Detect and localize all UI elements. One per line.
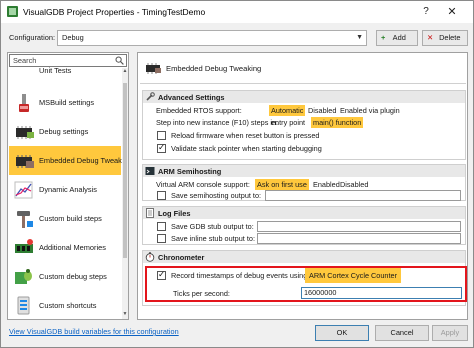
gdb-stub-output-path-field[interactable] <box>257 221 461 232</box>
rtos-option-automatic[interactable]: Automatic <box>269 105 306 116</box>
rtos-option-enabled-via-plugin[interactable]: Enabled via plugin <box>338 105 402 116</box>
stopwatch-icon <box>145 252 155 262</box>
ok-button[interactable]: OK <box>315 325 369 341</box>
chip-icon <box>16 126 34 139</box>
step-into-label: Step into new instance (F10) steps in: <box>156 118 279 127</box>
plus-icon: + <box>381 33 386 42</box>
chevron-down-icon: ▼ <box>356 34 363 41</box>
chart-icon <box>14 181 33 199</box>
scroll-down-icon[interactable]: ▼ <box>122 311 128 317</box>
inline-stub-output-path-field[interactable] <box>257 233 461 244</box>
delete-x-icon: ✕ <box>427 33 434 42</box>
sidebar-item-custom-debug-steps[interactable]: Custom debug steps <box>9 262 121 291</box>
shortcut-icon <box>17 296 30 315</box>
delete-configuration-button[interactable]: ✕ Delete <box>422 30 468 46</box>
validate-stack-pointer-checkbox[interactable] <box>157 142 166 153</box>
visualgdb-app-icon <box>7 6 18 17</box>
close-button[interactable]: ✕ <box>445 4 459 20</box>
reload-firmware-label: Reload firmware when reset button is pre… <box>171 131 320 140</box>
validate-stack-pointer-label: Validate stack pointer when starting deb… <box>171 144 322 153</box>
chip-icon <box>146 63 161 74</box>
sidebar-item-additional-memories[interactable]: Additional Memories <box>9 233 121 262</box>
sidebar-item-label: Additional Memories <box>39 243 106 252</box>
page-title: Embedded Debug Tweaking <box>166 64 262 73</box>
console-option-disabled[interactable]: Disabled <box>338 179 370 190</box>
add-configuration-button[interactable]: + Add <box>376 30 418 46</box>
rtos-option-disabled[interactable]: Disabled <box>306 105 338 116</box>
divider <box>140 83 466 84</box>
apply-button[interactable]: Apply <box>432 325 468 341</box>
section-header[interactable]: ARM Semihosting <box>143 165 465 177</box>
sidebar-item-dynamic-analysis[interactable]: Dynamic Analysis <box>9 175 121 204</box>
arm-semihosting-section: ARM Semihosting Virtual ARM console supp… <box>142 164 466 201</box>
advanced-settings-section: Advanced Settings Embedded RTOS support:… <box>142 90 466 160</box>
help-button[interactable]: ? <box>419 4 433 20</box>
search-placeholder: Search <box>13 56 37 65</box>
sidebar-item-label: Custom build steps <box>39 214 102 223</box>
hammer-icon <box>17 211 33 228</box>
console-icon <box>145 167 155 175</box>
section-title: ARM Semihosting <box>158 167 222 176</box>
wrench-icon <box>146 92 155 101</box>
sidebar: Search Unit Tests MSBuild settings Debug… <box>7 52 129 320</box>
section-title: Advanced Settings <box>158 93 225 102</box>
sidebar-item-label: Embedded Debug Tweaking <box>39 156 129 165</box>
build-variables-link[interactable]: View VisualGDB build variables for this … <box>9 327 179 336</box>
sidebar-item-debug-settings[interactable]: Debug settings <box>9 117 121 146</box>
sidebar-item-label: Unit Tests <box>39 66 72 75</box>
sidebar-item-custom-build-steps[interactable]: Custom build steps <box>9 204 121 233</box>
save-semihosting-output-label: Save semihosting output to: <box>171 191 262 200</box>
section-title: Chronometer <box>158 253 205 262</box>
memory-icon <box>15 239 33 253</box>
sidebar-item-label: MSBuild settings <box>39 98 95 107</box>
sidebar-item-custom-shortcuts[interactable]: Custom shortcuts <box>9 291 121 319</box>
window-title: VisualGDB Project Properties - TimingTes… <box>23 7 206 17</box>
search-icon <box>115 56 124 65</box>
configuration-row: Configuration: Debug ▼ + Add ✕ Delete <box>1 23 473 49</box>
save-inline-stub-output-checkbox[interactable] <box>157 234 166 243</box>
log-files-section: Log Files Save GDB stub output to: Save … <box>142 206 466 245</box>
title-bar: VisualGDB Project Properties - TimingTes… <box>1 1 473 23</box>
configuration-select[interactable]: Debug ▼ <box>57 30 367 46</box>
bug-icon <box>15 269 32 284</box>
properties-window: VisualGDB Project Properties - TimingTes… <box>0 0 474 348</box>
save-semihosting-output-checkbox[interactable] <box>157 191 166 200</box>
section-header[interactable]: Chronometer <box>143 251 465 263</box>
rtos-support-label: Embedded RTOS support: <box>156 106 242 115</box>
add-label: Add <box>392 33 406 42</box>
sidebar-item-embedded-debug-tweaking[interactable]: Embedded Debug Tweaking <box>9 146 128 175</box>
section-title: Log Files <box>158 209 191 218</box>
scroll-up-icon[interactable]: ▲ <box>122 68 128 74</box>
document-icon <box>146 208 154 218</box>
section-header[interactable]: Log Files <box>143 207 465 219</box>
console-option-ask-on-first-use[interactable]: Ask on first use <box>255 179 309 190</box>
configuration-value: Debug <box>62 33 84 42</box>
console-support-label: Virtual ARM console support: <box>156 180 250 189</box>
sidebar-item-unit-tests[interactable]: Unit Tests <box>9 65 121 75</box>
step-option-entry-point[interactable]: entry point <box>269 117 307 128</box>
sidebar-item-label: Custom shortcuts <box>39 301 97 310</box>
sidebar-item-msbuild-settings[interactable]: MSBuild settings <box>9 88 121 117</box>
msbuild-icon <box>19 94 29 112</box>
save-inline-stub-output-label: Save inline stub output to: <box>171 234 255 243</box>
sidebar-item-label: Debug settings <box>39 127 89 136</box>
semihosting-output-path-field[interactable] <box>265 190 461 201</box>
reload-firmware-checkbox[interactable] <box>157 131 166 140</box>
highlight-box <box>145 266 467 302</box>
chip-icon <box>16 155 34 168</box>
save-gdb-stub-output-checkbox[interactable] <box>157 222 166 231</box>
cancel-button[interactable]: Cancel <box>375 325 429 341</box>
sidebar-scrollbar-thumb[interactable] <box>123 83 127 258</box>
configuration-label: Configuration: <box>9 33 56 42</box>
sidebar-item-label: Custom debug steps <box>39 272 107 281</box>
step-option-main-function[interactable]: main() function <box>311 117 364 128</box>
save-gdb-stub-output-label: Save GDB stub output to: <box>171 222 254 231</box>
section-header[interactable]: Advanced Settings <box>143 91 465 103</box>
sidebar-item-label: Dynamic Analysis <box>39 185 97 194</box>
delete-label: Delete <box>439 33 461 42</box>
